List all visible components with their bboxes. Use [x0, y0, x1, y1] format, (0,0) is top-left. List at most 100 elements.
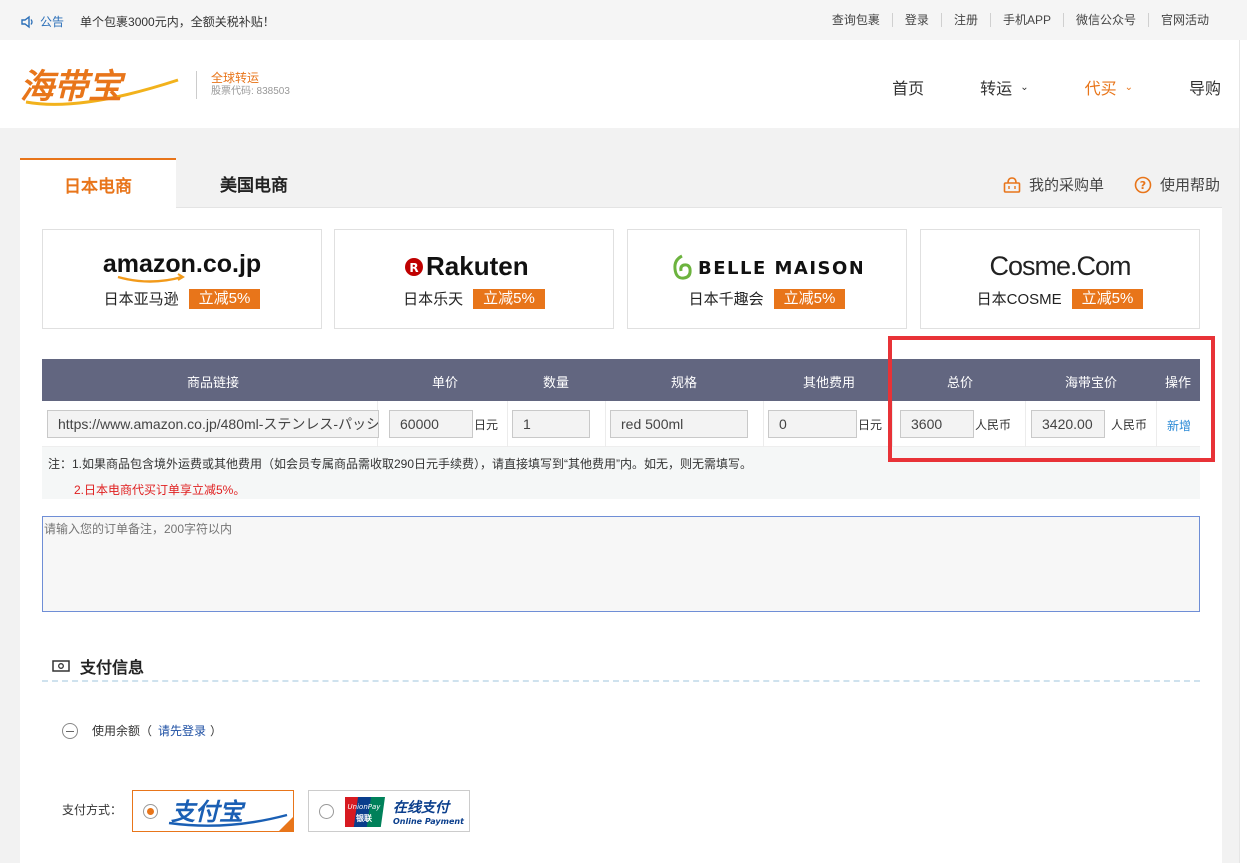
svg-text:BELLE MAISON: BELLE MAISON — [698, 258, 862, 279]
notice-label: 公告 — [40, 15, 65, 29]
section-divider — [42, 680, 1200, 682]
table-row: https://www.amazon.co.jp/480ml-ステンレス-パッシ… — [42, 401, 1200, 447]
store-card-cosme[interactable]: Cosme.Com 日本COSME 立减5% — [920, 229, 1200, 329]
notice-text: 单个包裹3000元内，全额关税补贴！ — [80, 15, 275, 29]
login-first-link[interactable]: 请先登录 — [158, 722, 206, 739]
svg-text:UnionPay: UnionPay — [348, 803, 382, 811]
nav-guide[interactable]: 导购 — [1189, 75, 1221, 99]
note-line-2: 2.日本电商代买订单享立减5%。 — [74, 483, 246, 497]
panel-tools: 我的采购单 ? 使用帮助 — [973, 174, 1220, 195]
store-card-rakuten[interactable]: R Rakuten 日本乐天 立减5% — [334, 229, 614, 329]
unionpay-radio[interactable] — [319, 804, 334, 819]
main-nav: 首页 转运 ⌄ 代买 ⌄ 导购 — [836, 75, 1221, 99]
svg-text:Online Payment: Online Payment — [393, 817, 465, 826]
hdb-price-field: 3420.00 — [1031, 410, 1105, 438]
my-purchase-list-button[interactable]: 我的采购单 — [1003, 174, 1104, 195]
cosme-logo: Cosme.Com — [921, 250, 1199, 284]
unionpay-option[interactable]: UnionPay 银联 在线支付 Online Payment — [308, 790, 470, 832]
hdb-price-unit: 人民币 — [1111, 418, 1148, 432]
payment-section-title: 支付信息 — [52, 654, 144, 678]
col-other: 其他费用 — [802, 375, 856, 390]
nav-forwarding[interactable]: 转运 ⌄ — [980, 75, 1028, 99]
order-remark-textarea[interactable] — [42, 516, 1200, 612]
register-link[interactable]: 注册 — [940, 13, 990, 27]
brand-logo[interactable]: 海带宝 — [20, 62, 182, 110]
brand-slogan: 全球转运 股票代码: 838503 — [196, 71, 290, 99]
amazon-logo: amazon.co.jp — [43, 250, 321, 284]
discount-badge: 立减5% — [1071, 288, 1144, 309]
col-link: 商品链接 — [186, 375, 240, 390]
total-unit: 人民币 — [975, 418, 1012, 432]
store-name: 日本乐天 — [403, 291, 464, 308]
col-spec: 规格 — [670, 375, 698, 390]
alipay-radio[interactable] — [143, 804, 158, 819]
use-balance-row: 使用余额（ 请先登录 ） — [62, 722, 222, 739]
balance-suffix: ） — [210, 724, 223, 738]
svg-text:Rakuten: Rakuten — [426, 252, 529, 281]
basket-icon — [1003, 176, 1021, 193]
chevron-down-icon: ⌄ — [1020, 81, 1029, 93]
svg-text:amazon.co.jp: amazon.co.jp — [103, 250, 261, 278]
total-price-field: 3600 — [900, 410, 974, 438]
add-item-link[interactable]: 新增 — [1167, 417, 1191, 434]
col-total: 总价 — [946, 375, 974, 390]
discount-badge: 立减5% — [188, 288, 261, 309]
other-fee-unit: 日元 — [858, 418, 883, 432]
col-hdb-price: 海带宝价 — [1064, 375, 1118, 390]
belle-maison-logo: BELLE MAISON — [628, 250, 906, 284]
nav-purchase[interactable]: 代买 ⌄ — [1085, 75, 1133, 99]
chevron-down-icon: ⌄ — [1124, 81, 1133, 93]
notice: 公告 单个包裹3000元内，全额关税补贴！ — [20, 13, 275, 30]
col-qty: 数量 — [542, 375, 570, 390]
page-scrollbar[interactable] — [1239, 40, 1247, 863]
store-card-amazon[interactable]: amazon.co.jp 日本亚马逊 立减5% — [42, 229, 322, 329]
product-link-input[interactable]: https://www.amazon.co.jp/480ml-ステンレス-パッシ — [47, 410, 379, 438]
other-fee-input[interactable]: 0 — [768, 410, 857, 438]
col-price: 单价 — [431, 375, 459, 390]
discount-badge: 立减5% — [773, 288, 846, 309]
tab-us-ecommerce[interactable]: 美国电商 — [176, 158, 332, 209]
collapse-minus-icon[interactable] — [62, 722, 78, 739]
col-action: 操作 — [1164, 375, 1192, 390]
mobile-app-link[interactable]: 手机APP — [989, 13, 1063, 27]
unit-price-input[interactable]: 60000 — [389, 410, 473, 438]
track-package-link[interactable]: 查询包裹 — [820, 13, 892, 27]
login-link[interactable]: 登录 — [891, 13, 941, 27]
official-events-link[interactable]: 官网活动 — [1147, 13, 1221, 27]
slogan-text: 全球转运 — [211, 71, 260, 85]
tabs-row: 日本电商 美国电商 我的采购单 ? 使用帮助 — [20, 158, 1222, 209]
quantity-input[interactable]: 1 — [512, 410, 590, 438]
svg-text:R: R — [409, 261, 418, 275]
alipay-option[interactable]: 支付宝 — [132, 790, 294, 832]
alipay-logo: 支付宝 — [168, 798, 288, 827]
stock-code: 股票代码: 838503 — [211, 86, 290, 97]
nav-home[interactable]: 首页 — [892, 75, 924, 99]
svg-text:?: ? — [1140, 179, 1146, 192]
spec-input[interactable]: red 500ml — [610, 410, 748, 438]
help-icon: ? — [1134, 176, 1152, 193]
tab-japan-ecommerce[interactable]: 日本电商 — [20, 158, 176, 209]
unionpay-logo: UnionPay 银联 在线支付 Online Payment — [345, 797, 465, 827]
svg-text:银联: 银联 — [355, 813, 372, 823]
store-card-belle-maison[interactable]: BELLE MAISON 日本千趣会 立减5% — [627, 229, 907, 329]
note-line-1: 注：1.如果商品包含境外运费或其他费用（如会员专属商品需收取290日元手续费），… — [48, 457, 753, 471]
cash-icon — [52, 660, 70, 672]
price-unit: 日元 — [474, 418, 499, 432]
top-links: 查询包裹 登录 注册 手机APP 微信公众号 官网活动 — [820, 13, 1221, 27]
speaker-icon — [21, 15, 33, 28]
order-notes: 注：1.如果商品包含境外运费或其他费用（如会员专属商品需收取290日元手续费），… — [42, 447, 1200, 499]
svg-text:海带宝: 海带宝 — [20, 67, 126, 107]
rakuten-logo: R Rakuten — [335, 250, 613, 284]
top-notice-bar: 公告 单个包裹3000元内，全额关税补贴！ 查询包裹 登录 注册 手机APP 微… — [0, 0, 1247, 40]
help-button[interactable]: ? 使用帮助 — [1134, 174, 1220, 195]
svg-text:在线支付: 在线支付 — [393, 799, 451, 816]
store-name: 日本千趣会 — [688, 291, 764, 308]
discount-badge: 立减5% — [473, 288, 545, 309]
balance-label: 使用余额（ — [92, 724, 153, 738]
purchase-panel: 日本电商 美国电商 我的采购单 ? 使用帮助 amazon.co.jp 日本亚马… — [20, 158, 1222, 863]
svg-text:Cosme.Com: Cosme.Com — [989, 252, 1130, 281]
selected-corner-icon — [279, 817, 293, 831]
payment-method-label: 支付方式： — [62, 803, 123, 817]
wechat-link[interactable]: 微信公众号 — [1062, 13, 1148, 27]
svg-text:支付宝: 支付宝 — [171, 798, 246, 826]
